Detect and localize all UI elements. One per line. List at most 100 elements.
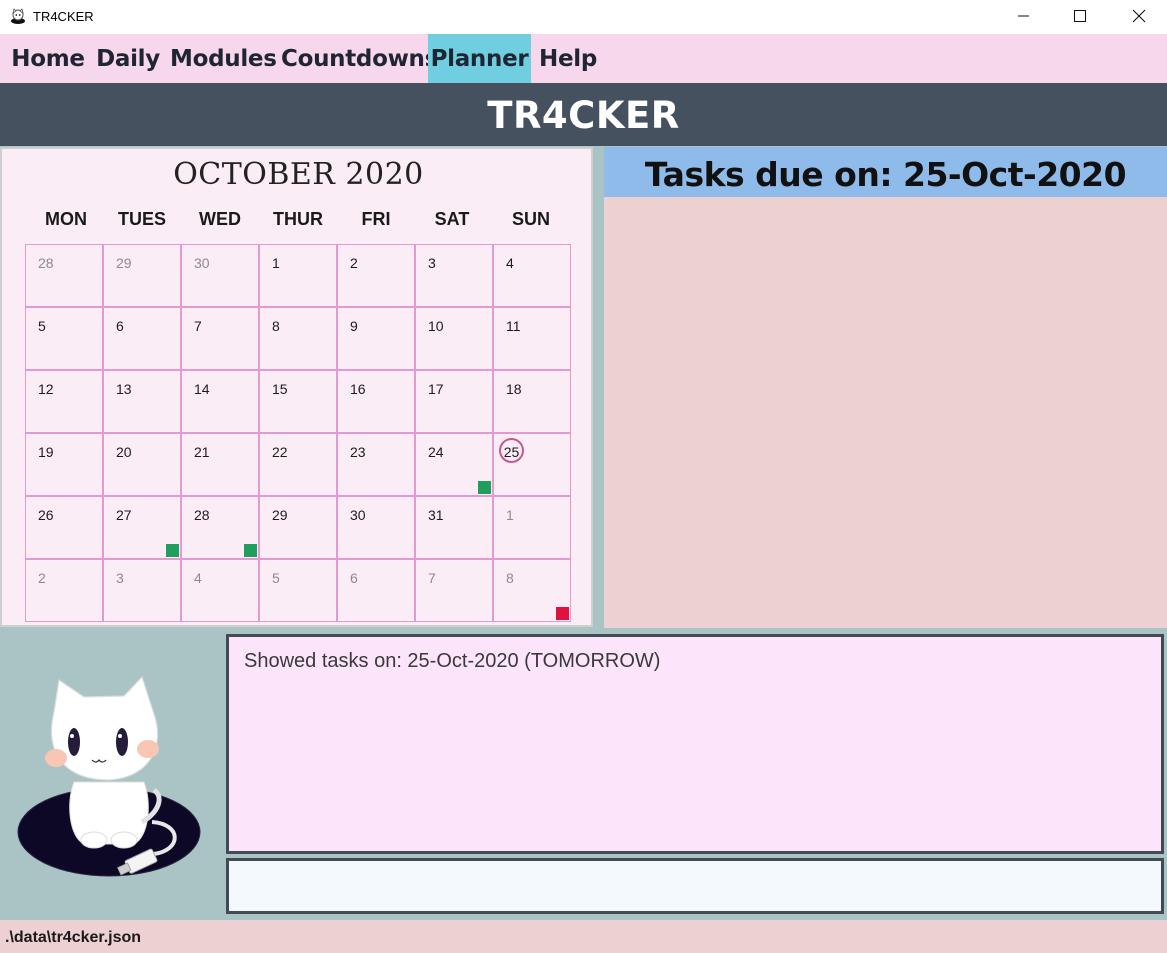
calendar-grid: 28 29 30 1 2 3 4 5 6 7 8 9 10 11 12 13 14 15 16 17 18 19 20 21 2…: [25, 244, 573, 624]
menu-countdowns[interactable]: Countdowns: [281, 34, 438, 83]
calendar-day[interactable]: 1: [493, 496, 571, 559]
calendar-day-number: 8: [506, 570, 514, 586]
calendar-day[interactable]: 13: [103, 370, 181, 433]
calendar-day[interactable]: 26: [25, 496, 103, 559]
calendar-day[interactable]: 21: [181, 433, 259, 496]
calendar-day[interactable]: 16: [337, 370, 415, 433]
calendar-day[interactable]: 9: [337, 307, 415, 370]
calendar-day[interactable]: 19: [25, 433, 103, 496]
calendar-day-number: 12: [38, 381, 54, 397]
calendar-day[interactable]: 29: [103, 244, 181, 307]
result-text: Showed tasks on: 25-Oct-2020 (TOMORROW): [244, 650, 661, 672]
calendar-day[interactable]: 4: [181, 559, 259, 622]
calendar-day[interactable]: 22: [259, 433, 337, 496]
command-input[interactable]: [226, 858, 1164, 914]
calendar-day[interactable]: 29: [259, 496, 337, 559]
minimize-button[interactable]: [994, 0, 1052, 32]
calendar-day-number: 28: [38, 255, 54, 271]
calendar-day[interactable]: 8: [259, 307, 337, 370]
calendar-day-number: 14: [194, 381, 210, 397]
menu-modules[interactable]: Modules: [170, 34, 277, 83]
status-bar: .\data\tr4cker.json: [0, 920, 1167, 953]
calendar-day-number: 1: [272, 255, 280, 271]
calendar-month-title: OCTOBER 2020: [173, 157, 424, 192]
calendar-day[interactable]: 28: [181, 496, 259, 559]
status-file-path: .\data\tr4cker.json: [5, 929, 142, 946]
task-marker: [166, 544, 179, 557]
day-of-week-header: FRI: [361, 209, 391, 229]
calendar-day[interactable]: 31: [415, 496, 493, 559]
calendar-day-number: 4: [194, 570, 202, 586]
day-of-week-header: SAT: [434, 209, 470, 229]
calendar-day-selected[interactable]: 25: [493, 433, 571, 496]
day-of-week-header: SUN: [511, 209, 550, 229]
calendar-day[interactable]: 10: [415, 307, 493, 370]
calendar-day[interactable]: 17: [415, 370, 493, 433]
result-display: Showed tasks on: 25-Oct-2020 (TOMORROW): [226, 634, 1164, 854]
calendar-day-number: 28: [194, 507, 210, 523]
cat-mascot-icon: [17, 675, 201, 877]
window-titlebar: TR4CKER: [0, 0, 1167, 34]
calendar-day[interactable]: 4: [493, 244, 571, 307]
calendar-day[interactable]: 2: [25, 559, 103, 622]
app-banner: TR4CKER: [0, 83, 1167, 146]
tasks-header: Tasks due on: 25-Oct-2020: [604, 147, 1167, 197]
menu-planner[interactable]: Planner: [428, 34, 531, 83]
tasks-panel: Tasks due on: 25-Oct-2020: [604, 147, 1167, 628]
menu-home[interactable]: Home: [8, 34, 88, 83]
calendar-day[interactable]: 14: [181, 370, 259, 433]
calendar-day-number: 29: [272, 507, 288, 523]
calendar-day-number: 10: [428, 318, 444, 334]
calendar-day-number: 30: [194, 255, 210, 271]
calendar-day-number: 26: [38, 507, 54, 523]
calendar-day-number: 16: [350, 381, 366, 397]
calendar-day[interactable]: 3: [103, 559, 181, 622]
calendar-day-number: 18: [506, 381, 522, 397]
calendar-day-number: 30: [350, 507, 366, 523]
calendar-day-number: 8: [272, 318, 280, 334]
calendar-day-number: 3: [116, 570, 124, 586]
calendar-day[interactable]: 6: [103, 307, 181, 370]
calendar-day[interactable]: 20: [103, 433, 181, 496]
calendar-day-number: 2: [38, 570, 46, 586]
calendar-day[interactable]: 30: [181, 244, 259, 307]
menu-daily[interactable]: Daily: [92, 34, 164, 83]
calendar-day-number: 6: [116, 318, 124, 334]
calendar-day[interactable]: 18: [493, 370, 571, 433]
calendar-day-number: 17: [428, 381, 444, 397]
calendar-day-number: 15: [272, 381, 288, 397]
calendar-day[interactable]: 6: [337, 559, 415, 622]
day-of-week-header: MON: [45, 209, 87, 229]
task-marker: [478, 481, 491, 494]
calendar-day[interactable]: 23: [337, 433, 415, 496]
menu-help[interactable]: Help: [534, 34, 602, 83]
calendar-day[interactable]: 27: [103, 496, 181, 559]
task-marker: [556, 607, 569, 620]
calendar-day[interactable]: 5: [259, 559, 337, 622]
day-of-week-header: TUES: [117, 209, 166, 229]
calendar-day[interactable]: 5: [25, 307, 103, 370]
calendar-day-number: 19: [38, 444, 54, 460]
calendar-day-number: 25: [499, 438, 524, 463]
calendar-day-number: 20: [116, 444, 132, 460]
calendar-day[interactable]: 2: [337, 244, 415, 307]
calendar-day[interactable]: 24: [415, 433, 493, 496]
calendar-panel: OCTOBER 2020 MON TUES WED THUR FRI SAT S…: [0, 147, 593, 627]
maximize-button[interactable]: [1052, 0, 1110, 32]
task-marker: [244, 544, 257, 557]
calendar-day[interactable]: 11: [493, 307, 571, 370]
close-button[interactable]: [1109, 0, 1167, 32]
calendar-day[interactable]: 1: [259, 244, 337, 307]
calendar-day[interactable]: 12: [25, 370, 103, 433]
calendar-day[interactable]: 7: [181, 307, 259, 370]
calendar-day-number: 13: [116, 381, 132, 397]
calendar-day[interactable]: 3: [415, 244, 493, 307]
calendar-day[interactable]: 7: [415, 559, 493, 622]
tasks-list: [604, 197, 1167, 628]
minimize-icon: [1018, 15, 1029, 17]
calendar-day-number: 31: [428, 507, 444, 523]
calendar-day[interactable]: 30: [337, 496, 415, 559]
calendar-day[interactable]: 8: [493, 559, 571, 622]
calendar-day[interactable]: 15: [259, 370, 337, 433]
calendar-day[interactable]: 28: [25, 244, 103, 307]
